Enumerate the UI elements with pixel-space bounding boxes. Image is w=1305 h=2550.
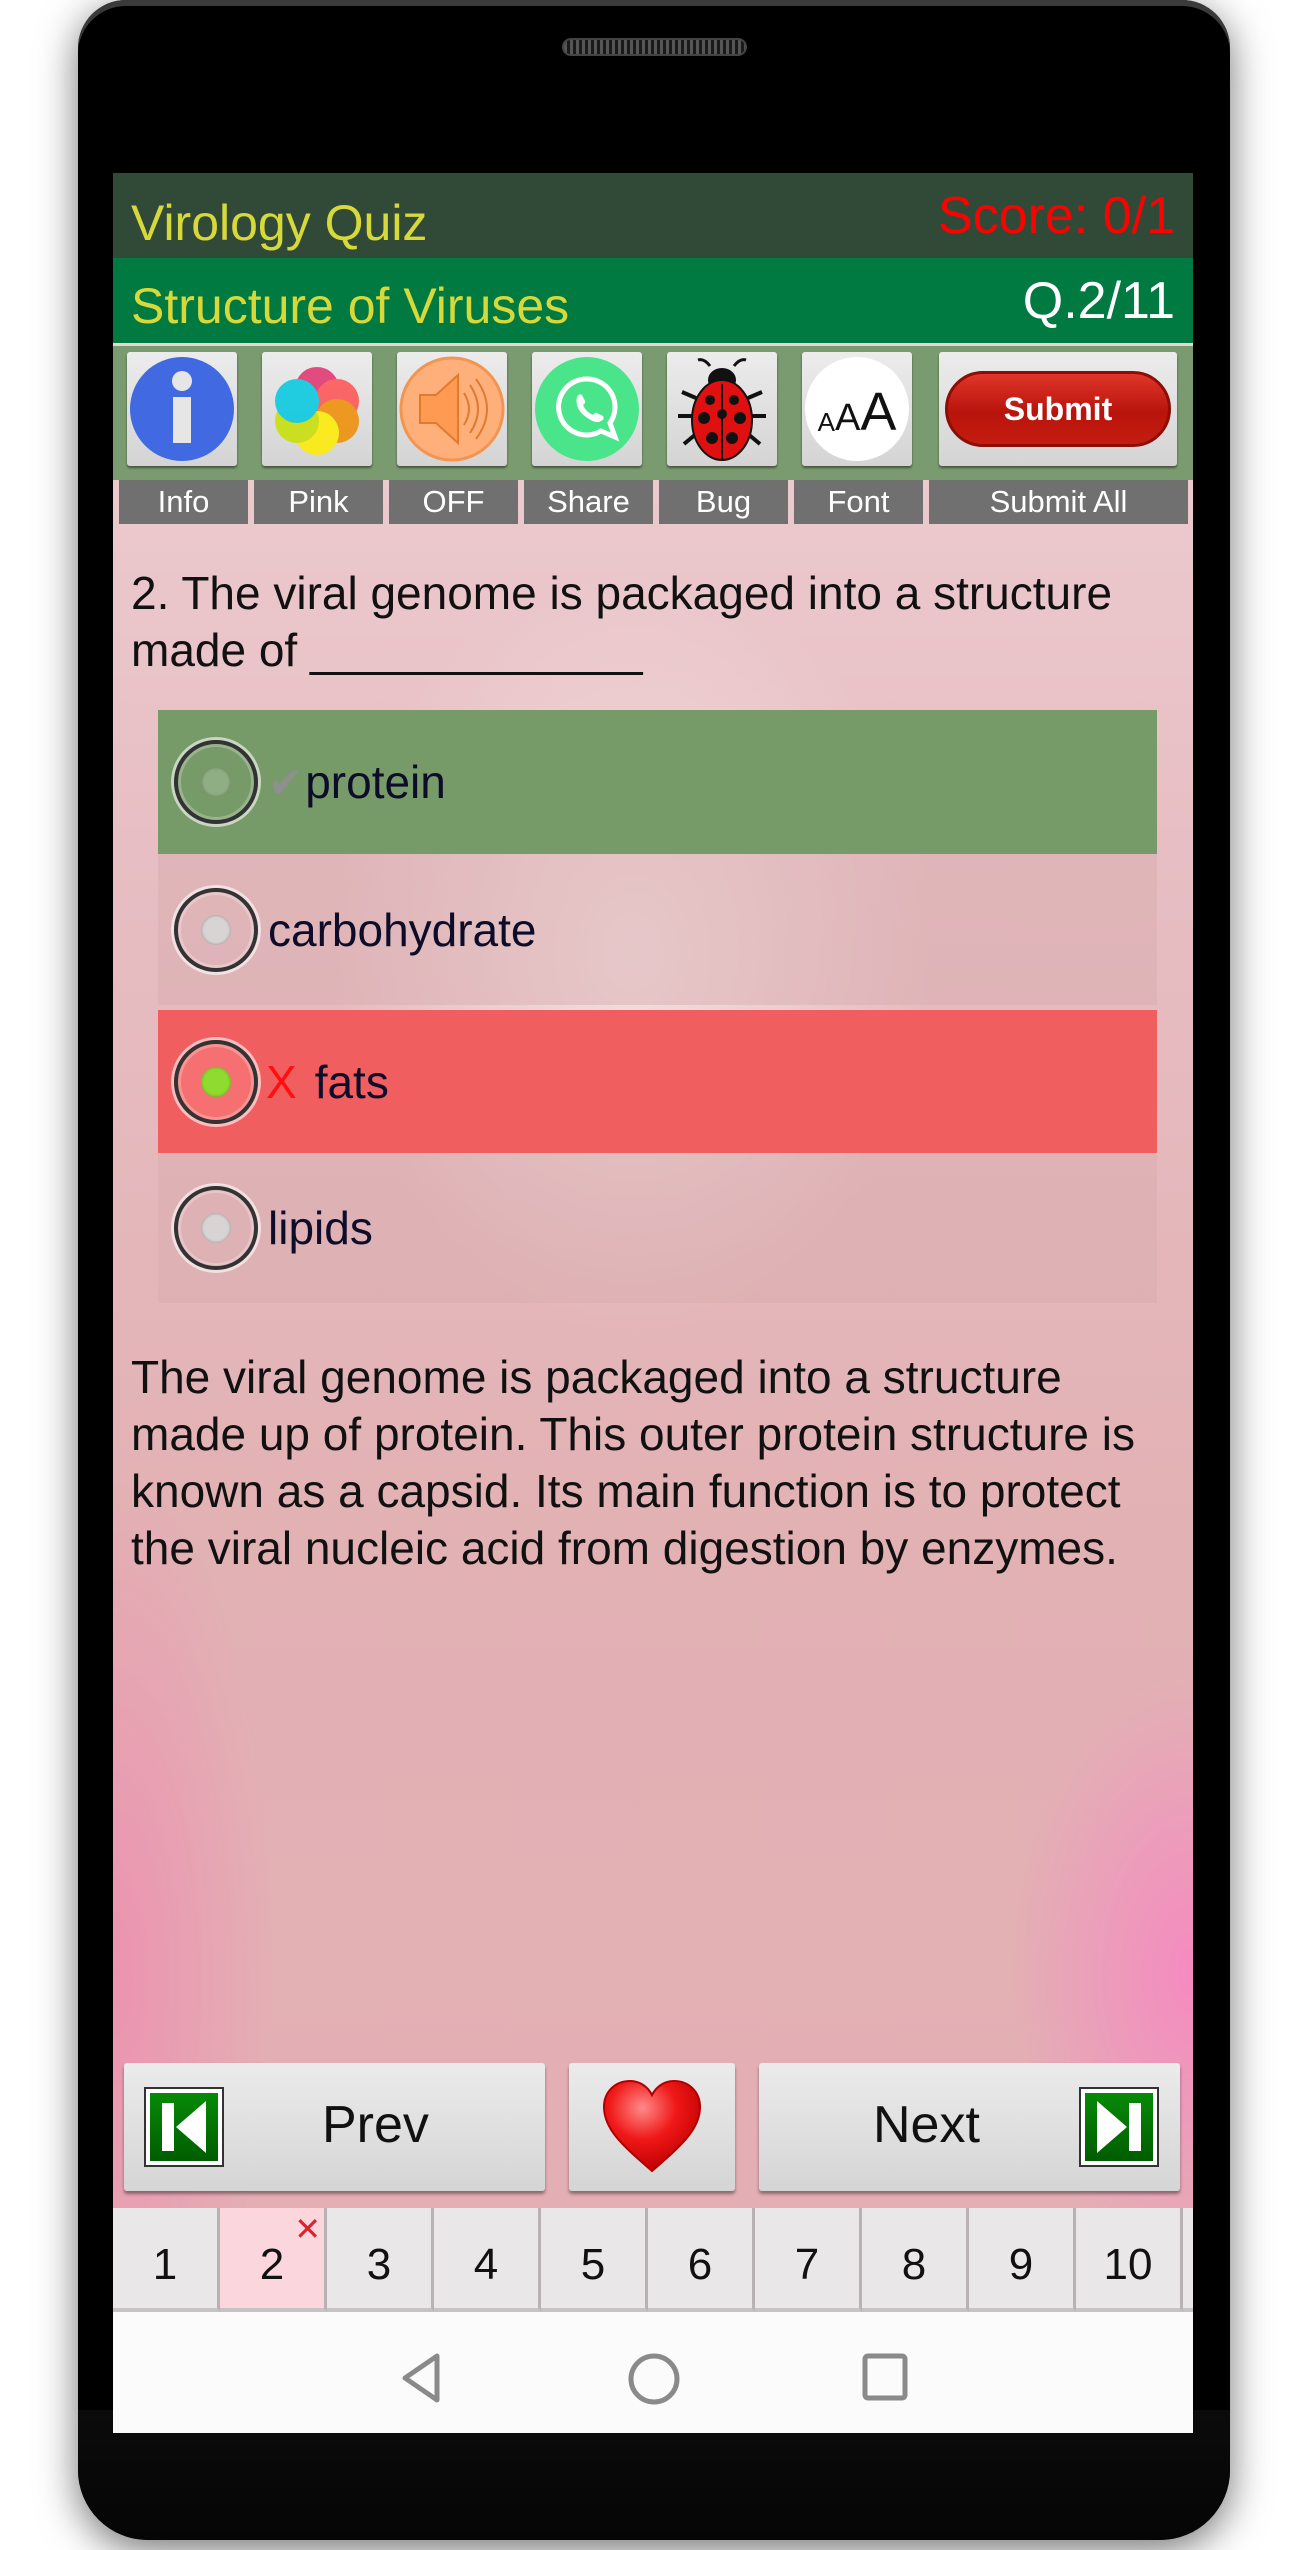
tab-number: 6 (687, 2240, 713, 2289)
radio-button[interactable] (174, 1039, 258, 1124)
wrong-answer-icon: ✕ (294, 2211, 321, 2247)
radio-button[interactable] (174, 1186, 258, 1270)
radio-dot (201, 1213, 231, 1243)
radio-dot (201, 767, 231, 797)
question-tab-2[interactable]: 2 ✕ (220, 2208, 327, 2312)
toolbar: A A A Submit (113, 343, 1193, 480)
app-screen: Virology Quiz Score: 0/1 Structure of Vi… (113, 173, 1193, 2433)
tab-number: 1 (152, 2240, 178, 2289)
next-button[interactable]: Next (759, 2063, 1180, 2191)
wrong-x-icon: X (266, 1055, 297, 1108)
question-tab-10[interactable]: 10 (1076, 2208, 1183, 2312)
title-bar: Virology Quiz Score: 0/1 (113, 173, 1193, 258)
submit-all-label[interactable]: Submit All (929, 480, 1188, 524)
ladybug-icon (678, 358, 766, 461)
explanation-text: The viral genome is packaged into a stru… (131, 1351, 1136, 1574)
prev-label: Prev (322, 2096, 429, 2154)
tab-number: 4 (473, 2240, 499, 2289)
question-tab-7[interactable]: 7 (755, 2208, 862, 2312)
option-text: fats (314, 1055, 389, 1108)
topic-bar: Structure of Viruses Q.2/11 (113, 258, 1193, 343)
submit-button[interactable]: Submit (945, 371, 1171, 447)
question-counter: Q.2/11 (1022, 271, 1175, 330)
question-tab-9[interactable]: 9 (969, 2208, 1076, 2312)
tab-number: 2 (259, 2240, 285, 2289)
radio-button[interactable] (174, 887, 258, 972)
font-medium-glyph: A (834, 397, 861, 439)
speaker-grille (562, 38, 747, 56)
question-tab-4[interactable]: 4 (434, 2208, 541, 2312)
sound-label[interactable]: OFF (389, 480, 518, 524)
toolbar-labels: Info Pink OFF Share Bug Font Submit All (113, 480, 1193, 524)
font-small-glyph: A (817, 407, 835, 437)
radio-dot (201, 914, 231, 945)
system-nav-bar (113, 2312, 1193, 2433)
tab-number: 8 (901, 2240, 927, 2289)
back-icon[interactable] (397, 2352, 445, 2404)
theme-label[interactable]: Pink (254, 480, 383, 524)
theme-button[interactable] (262, 352, 372, 466)
share-label[interactable]: Share (524, 480, 653, 524)
info-icon (130, 357, 234, 461)
font-size-button[interactable]: A A A (802, 352, 912, 466)
radio-dot-selected (201, 1066, 231, 1097)
question-tab-scroll-edge[interactable] (1183, 2208, 1193, 2312)
score-display: Score: 0/1 (937, 186, 1175, 245)
font-size-icon: A A A (805, 357, 909, 461)
report-bug-button[interactable] (667, 352, 777, 466)
whatsapp-share-icon (535, 357, 639, 461)
next-label: Next (873, 2096, 980, 2154)
recents-icon[interactable] (861, 2352, 909, 2402)
favorite-button[interactable] (569, 2063, 735, 2191)
font-label[interactable]: Font (794, 480, 923, 524)
info-button[interactable] (127, 352, 237, 466)
tab-number: 5 (580, 2240, 606, 2289)
home-icon[interactable] (627, 2352, 681, 2406)
theme-color-icon (275, 367, 359, 455)
heart-icon (602, 2079, 702, 2173)
option-2[interactable]: carbohydrate (158, 854, 1157, 1005)
sound-toggle-button[interactable] (397, 352, 507, 466)
share-button[interactable] (532, 352, 642, 466)
prev-icon (144, 2087, 224, 2167)
question-tab-5[interactable]: 5 (541, 2208, 648, 2312)
option-text: carbohydrate (268, 903, 537, 956)
tab-number: 10 (1103, 2240, 1153, 2289)
question-tab-6[interactable]: 6 (648, 2208, 755, 2312)
tab-number: 7 (794, 2240, 820, 2289)
option-text: lipids (268, 1202, 373, 1254)
font-large-glyph: A (860, 382, 897, 442)
question-tab-3[interactable]: 3 (327, 2208, 434, 2312)
next-icon (1079, 2087, 1159, 2167)
topic-title: Structure of Viruses (131, 277, 570, 334)
option-text: protein (305, 756, 446, 808)
option-4[interactable]: lipids (158, 1153, 1157, 1303)
question-tab-8[interactable]: 8 (862, 2208, 969, 2312)
question-text: 2. The viral genome is packaged into a s… (131, 567, 1113, 676)
option-1[interactable]: ✔ protein (158, 710, 1157, 854)
submit-button-frame: Submit (939, 352, 1177, 466)
radio-button[interactable] (174, 740, 258, 824)
app-title: Virology Quiz (131, 194, 428, 251)
tab-number: 3 (366, 2240, 392, 2289)
question-tabs: 1 2 ✕ 3 4 5 6 7 8 9 10 (113, 2208, 1193, 2312)
tab-number: 9 (1008, 2240, 1034, 2289)
speaker-icon (399, 356, 505, 462)
option-3[interactable]: X fats (158, 1010, 1157, 1153)
bug-label[interactable]: Bug (659, 480, 788, 524)
prev-button[interactable]: Prev (124, 2063, 545, 2191)
question-tab-1[interactable]: 1 (113, 2208, 220, 2312)
info-label[interactable]: Info (119, 480, 248, 524)
correct-check-icon: ✔ (268, 758, 304, 806)
